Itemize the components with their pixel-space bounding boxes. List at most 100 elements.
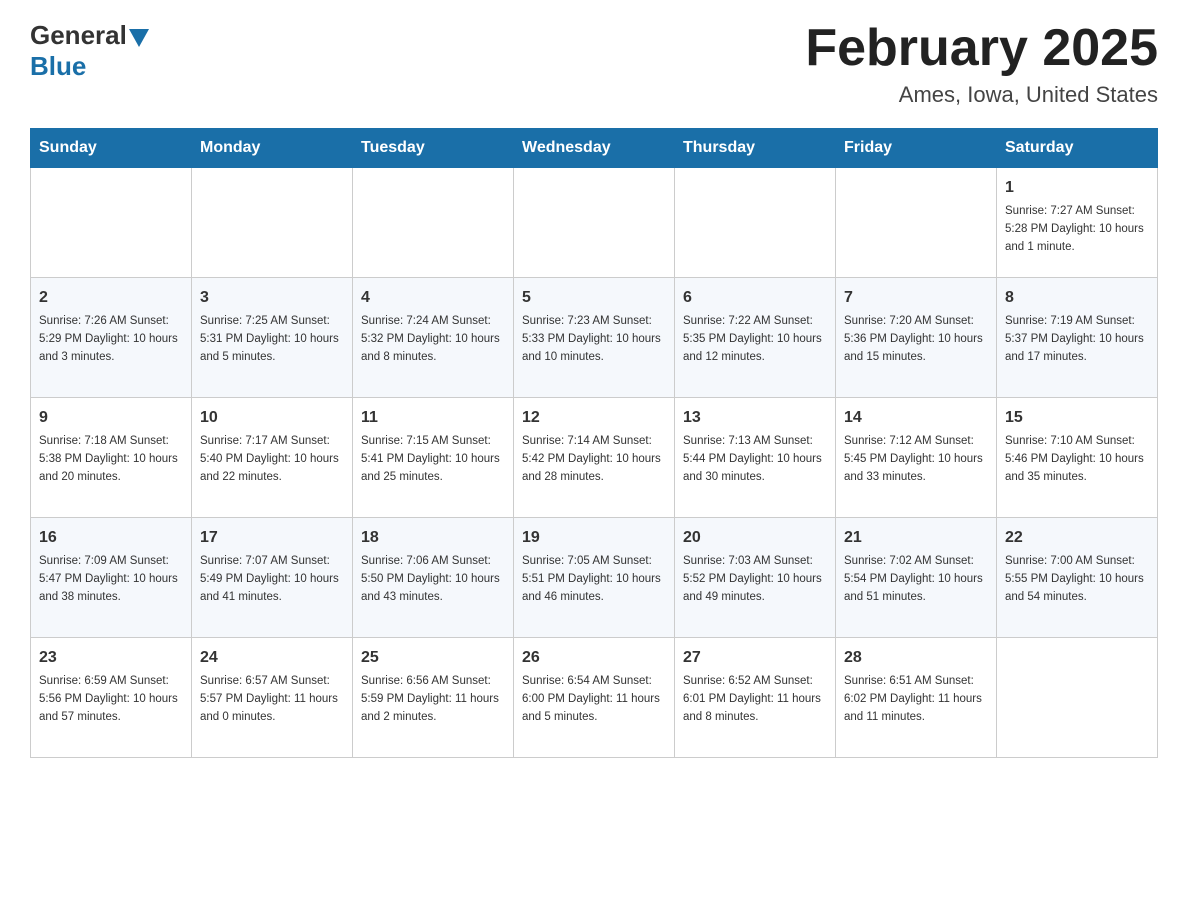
page-header: General Blue February 2025 Ames, Iowa, U… [30,20,1158,108]
calendar-day-cell: 4 Sunrise: 7:24 AM Sunset: 5:32 PM Daylig… [353,278,514,398]
calendar-day-cell: 13Sunrise: 7:13 AM Sunset: 5:44 PM Dayli… [675,398,836,518]
day-info: Sunrise: 7:02 AM Sunset: 5:54 PM Dayligh… [844,553,988,606]
day-number: 21 [844,526,988,550]
calendar-day-cell: 15 Sunrise: 7:10 AM Sunset: 5:46 PM Dayli… [997,398,1158,518]
day-number: 25 [361,646,505,670]
calendar-day-cell: 17 Sunrise: 7:07 AM Sunset: 5:49 PM Dayli… [192,518,353,638]
day-info: Sunrise: 7:24 AM Sunset: 5:32 PM Dayligh… [361,313,505,366]
day-info: Sunrise: 7:05 AM Sunset: 5:51 PM Dayligh… [522,553,666,606]
day-info: Sunrise: 7:14 AM Sunset: 5:42 PM Dayligh… [522,433,666,486]
calendar-subtitle: Ames, Iowa, United States [805,82,1158,108]
day-number: 26 [522,646,666,670]
calendar-day-cell: 1 Sunrise: 7:27 AM Sunset: 5:28 PM Daylig… [997,168,1158,278]
logo: General Blue [30,20,149,82]
day-number: 17 [200,526,344,550]
day-info: Sunrise: 7:15 AM Sunset: 5:41 PM Dayligh… [361,433,505,486]
day-info: Sunrise: 6:52 AM Sunset: 6:01 PM Dayligh… [683,673,827,726]
day-number: 18 [361,526,505,550]
day-info: Sunrise: 7:23 AM Sunset: 5:33 PM Dayligh… [522,313,666,366]
day-info: Sunrise: 6:59 AM Sunset: 5:56 PM Dayligh… [39,673,183,726]
day-info: Sunrise: 6:51 AM Sunset: 6:02 PM Dayligh… [844,673,988,726]
calendar-day-cell: 6 Sunrise: 7:22 AM Sunset: 5:35 PM Daylig… [675,278,836,398]
day-number: 15 [1005,406,1149,430]
col-header-wednesday: Wednesday [514,129,675,168]
col-header-tuesday: Tuesday [353,129,514,168]
calendar-day-cell [836,168,997,278]
day-number: 28 [844,646,988,670]
day-info: Sunrise: 7:27 AM Sunset: 5:28 PM Dayligh… [1005,203,1149,256]
calendar-week-row: 9 Sunrise: 7:18 AM Sunset: 5:38 PM Daylig… [31,398,1158,518]
day-number: 2 [39,286,183,310]
col-header-saturday: Saturday [997,129,1158,168]
day-number: 4 [361,286,505,310]
day-number: 16 [39,526,183,550]
day-number: 6 [683,286,827,310]
calendar-day-cell: 8 Sunrise: 7:19 AM Sunset: 5:37 PM Daylig… [997,278,1158,398]
calendar-title: February 2025 [805,20,1158,77]
day-info: Sunrise: 6:57 AM Sunset: 5:57 PM Dayligh… [200,673,344,726]
title-area: February 2025 Ames, Iowa, United States [805,20,1158,108]
calendar-day-cell: 2 Sunrise: 7:26 AM Sunset: 5:29 PM Daylig… [31,278,192,398]
col-header-monday: Monday [192,129,353,168]
col-header-friday: Friday [836,129,997,168]
day-info: Sunrise: 7:07 AM Sunset: 5:49 PM Dayligh… [200,553,344,606]
day-number: 7 [844,286,988,310]
day-info: Sunrise: 7:20 AM Sunset: 5:36 PM Dayligh… [844,313,988,366]
calendar-week-row: 16 Sunrise: 7:09 AM Sunset: 5:47 PM Dayli… [31,518,1158,638]
day-number: 23 [39,646,183,670]
day-info: Sunrise: 7:17 AM Sunset: 5:40 PM Dayligh… [200,433,344,486]
logo-arrow-icon [129,29,149,47]
calendar-week-row: 2 Sunrise: 7:26 AM Sunset: 5:29 PM Daylig… [31,278,1158,398]
day-info: Sunrise: 7:22 AM Sunset: 5:35 PM Dayligh… [683,313,827,366]
calendar-header-row: SundayMondayTuesdayWednesdayThursdayFrid… [31,129,1158,168]
day-number: 24 [200,646,344,670]
calendar-day-cell: 9 Sunrise: 7:18 AM Sunset: 5:38 PM Daylig… [31,398,192,518]
calendar-day-cell [353,168,514,278]
day-number: 10 [200,406,344,430]
calendar-day-cell [675,168,836,278]
calendar-day-cell: 18 Sunrise: 7:06 AM Sunset: 5:50 PM Dayli… [353,518,514,638]
calendar-day-cell: 28 Sunrise: 6:51 AM Sunset: 6:02 PM Dayli… [836,638,997,758]
day-number: 9 [39,406,183,430]
calendar-day-cell: 14 Sunrise: 7:12 AM Sunset: 5:45 PM Dayli… [836,398,997,518]
day-number: 3 [200,286,344,310]
calendar-day-cell: 12Sunrise: 7:14 AM Sunset: 5:42 PM Dayli… [514,398,675,518]
day-number: 22 [1005,526,1149,550]
calendar-day-cell: 3Sunrise: 7:25 AM Sunset: 5:31 PM Daylig… [192,278,353,398]
calendar-day-cell: 26 Sunrise: 6:54 AM Sunset: 6:00 PM Dayli… [514,638,675,758]
calendar-day-cell [997,638,1158,758]
calendar-day-cell: 11 Sunrise: 7:15 AM Sunset: 5:41 PM Dayli… [353,398,514,518]
day-info: Sunrise: 7:19 AM Sunset: 5:37 PM Dayligh… [1005,313,1149,366]
day-number: 14 [844,406,988,430]
calendar-day-cell [514,168,675,278]
calendar-day-cell: 7 Sunrise: 7:20 AM Sunset: 5:36 PM Daylig… [836,278,997,398]
calendar-day-cell [192,168,353,278]
day-info: Sunrise: 7:03 AM Sunset: 5:52 PM Dayligh… [683,553,827,606]
calendar-week-row: 23 Sunrise: 6:59 AM Sunset: 5:56 PM Dayli… [31,638,1158,758]
calendar-day-cell: 10 Sunrise: 7:17 AM Sunset: 5:40 PM Dayli… [192,398,353,518]
day-info: Sunrise: 7:09 AM Sunset: 5:47 PM Dayligh… [39,553,183,606]
day-info: Sunrise: 7:00 AM Sunset: 5:55 PM Dayligh… [1005,553,1149,606]
calendar-day-cell: 25Sunrise: 6:56 AM Sunset: 5:59 PM Dayli… [353,638,514,758]
calendar-day-cell: 22 Sunrise: 7:00 AM Sunset: 5:55 PM Dayli… [997,518,1158,638]
day-number: 11 [361,406,505,430]
day-info: Sunrise: 6:54 AM Sunset: 6:00 PM Dayligh… [522,673,666,726]
day-number: 13 [683,406,827,430]
day-info: Sunrise: 7:06 AM Sunset: 5:50 PM Dayligh… [361,553,505,606]
calendar-day-cell: 21 Sunrise: 7:02 AM Sunset: 5:54 PM Dayli… [836,518,997,638]
calendar-day-cell: 20Sunrise: 7:03 AM Sunset: 5:52 PM Dayli… [675,518,836,638]
day-number: 8 [1005,286,1149,310]
calendar-day-cell: 5 Sunrise: 7:23 AM Sunset: 5:33 PM Daylig… [514,278,675,398]
day-info: Sunrise: 7:26 AM Sunset: 5:29 PM Dayligh… [39,313,183,366]
day-number: 1 [1005,176,1149,200]
calendar-day-cell: 19Sunrise: 7:05 AM Sunset: 5:51 PM Dayli… [514,518,675,638]
day-info: Sunrise: 7:10 AM Sunset: 5:46 PM Dayligh… [1005,433,1149,486]
day-number: 5 [522,286,666,310]
calendar-day-cell [31,168,192,278]
col-header-thursday: Thursday [675,129,836,168]
day-info: Sunrise: 7:12 AM Sunset: 5:45 PM Dayligh… [844,433,988,486]
calendar-table: SundayMondayTuesdayWednesdayThursdayFrid… [30,128,1158,758]
logo-blue-text: Blue [30,51,86,81]
calendar-day-cell: 16 Sunrise: 7:09 AM Sunset: 5:47 PM Dayli… [31,518,192,638]
day-info: Sunrise: 7:18 AM Sunset: 5:38 PM Dayligh… [39,433,183,486]
